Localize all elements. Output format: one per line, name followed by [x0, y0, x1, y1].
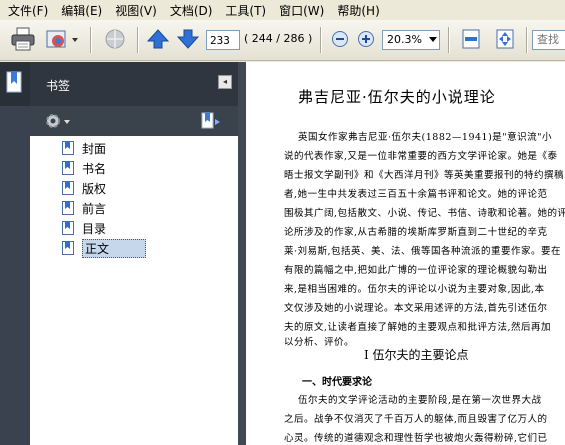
zoom-out-button[interactable] — [330, 25, 350, 53]
navigation-rail — [0, 62, 30, 445]
panel-splitter[interactable] — [238, 62, 246, 445]
fit-width-icon — [462, 29, 480, 49]
subheading: 一、时代要求论 — [302, 377, 372, 388]
menu-file[interactable]: 文件(F) — [2, 2, 55, 19]
bookmarks-tab[interactable] — [0, 62, 30, 106]
paragraph-line: 文仅涉及她的小说理论。本文采用述评的方法,首先引述伍尔 — [284, 303, 548, 314]
bookmark-item[interactable]: 书名 — [62, 158, 228, 178]
bookmarks-panel: 书签 ◂ 封面 书名 版权 前言 目录 正文 — [30, 62, 238, 445]
paragraph-line: 者,她一生中共发表过三百五十余篇书评和论文。她的评论范 — [284, 189, 548, 200]
panel-title: 书签 — [46, 79, 71, 93]
fit-page-button[interactable] — [492, 25, 518, 53]
zoom-out-icon — [332, 31, 348, 47]
print-button[interactable] — [8, 25, 38, 53]
gear-icon — [46, 114, 70, 128]
page-count: ( 244 / 286 ) — [244, 32, 313, 45]
paragraph-line: 有限的篇幅之中,把如此广博的一位评论家的理论概貌勾勒出 — [284, 265, 548, 276]
page-number-input[interactable] — [206, 30, 240, 50]
share-button[interactable] — [100, 25, 130, 53]
menu-help[interactable]: 帮助(H) — [331, 2, 386, 19]
toolbar: ( 244 / 286 ) 20.3% — [0, 20, 565, 61]
bookmark-item[interactable]: 前言 — [62, 198, 228, 218]
arrow-up-icon — [147, 29, 169, 49]
toolbar-separator — [137, 27, 139, 53]
paragraph-line: 来,是相当困难的。伍尔夫的评论以小说为主要对象,因此,本 — [284, 284, 545, 295]
paragraph-line: 说的代表作家,又是一位非常重要的西方文学评论家。她是《泰 — [284, 151, 558, 162]
document-page: 弗吉尼亚·伍尔夫的小说理论 英国女作家弗吉尼亚·伍尔夫(1882—1941)是"… — [246, 62, 565, 445]
arrow-down-icon — [177, 29, 199, 49]
toolbar-separator — [448, 27, 450, 53]
globe-icon — [105, 29, 125, 49]
bookmark-icon — [62, 241, 74, 255]
bookmark-item[interactable]: 目录 — [62, 218, 228, 238]
paragraph-line: 伍尔夫的文学评论活动的主要阶段,是在第一次世界大战 — [298, 395, 542, 406]
paragraph-line: 莱·刘易斯,包括英、美、法、俄等国各种流派的重要作家。要在 — [284, 246, 562, 257]
collapse-panel-button[interactable]: ◂ — [218, 75, 232, 89]
bookmark-list: 封面 书名 版权 前言 目录 正文 — [30, 136, 238, 445]
bookmark-icon — [62, 161, 74, 175]
menu-view[interactable]: 视图(V) — [109, 2, 164, 19]
new-bookmark-icon — [201, 112, 220, 129]
paragraph-line: 心灵。传统的道德观念和理性哲学也被炮火轰得粉碎,它们已 — [284, 433, 548, 444]
bookmark-icon — [62, 221, 74, 235]
paragraph-line: 论所涉及的作家,从古希腊的埃斯库罗斯直到二十世纪的辛克 — [284, 227, 548, 238]
next-page-button[interactable] — [176, 25, 200, 53]
document-title: 弗吉尼亚·伍尔夫的小说理论 — [298, 88, 496, 106]
paragraph-line: 英国女作家弗吉尼亚·伍尔夫(1882—1941)是"意识流"小 — [298, 132, 553, 143]
email-icon — [46, 30, 78, 48]
paragraph-line: 晤士报文学副刊》和《大西洋月刊》等英美重要报刊的特约撰稿 — [284, 170, 565, 181]
printer-icon — [11, 27, 35, 51]
previous-page-button[interactable] — [146, 25, 170, 53]
paragraph-line: 之后。战争不仅消灭了千百万人的躯体,而且毁害了亿万人的 — [284, 414, 548, 425]
bookmark-icon — [62, 201, 74, 215]
menu-window[interactable]: 窗口(W) — [273, 2, 331, 19]
zoom-value: 20.3% — [387, 33, 422, 46]
bookmark-item[interactable]: 版权 — [62, 178, 228, 198]
search-input[interactable] — [532, 30, 565, 50]
bookmark-item[interactable]: 封面 — [62, 138, 228, 158]
bookmark-panel-icon — [6, 71, 22, 93]
chevron-down-icon — [429, 37, 437, 42]
menu-tools[interactable]: 工具(T) — [219, 2, 273, 19]
fit-width-button[interactable] — [458, 25, 484, 53]
bookmark-icon — [62, 141, 74, 155]
toolbar-separator — [90, 27, 92, 53]
zoom-select[interactable]: 20.3% — [382, 30, 440, 50]
menu-edit[interactable]: 编辑(E) — [55, 2, 109, 19]
email-button[interactable] — [44, 25, 82, 53]
panel-toolbar — [30, 106, 238, 136]
zoom-in-button[interactable] — [356, 25, 376, 53]
zoom-in-icon — [358, 31, 374, 47]
menu-bar: 文件(F) 编辑(E) 视图(V) 文档(D) 工具(T) 窗口(W) 帮助(H… — [0, 0, 565, 20]
options-button[interactable] — [44, 112, 74, 133]
toolbar-separator — [320, 27, 322, 53]
toolbar-separator — [526, 27, 528, 53]
panel-header: 书签 ◂ — [30, 62, 238, 106]
menu-document[interactable]: 文档(D) — [164, 2, 220, 19]
bookmark-icon — [62, 181, 74, 195]
bookmark-item-selected[interactable]: 正文 — [62, 238, 228, 258]
paragraph-line: 夫的原文,让读者直接了解她的主要观点和批评方法,然后再加 — [284, 322, 552, 333]
paragraph-line: 围极其广阔,包括散文、小说、传记、书信、诗歌和论著。她的评 — [284, 208, 565, 219]
paragraph-line: 以分析、评价。 — [284, 337, 355, 348]
section-heading: I 伍尔夫的主要论点 — [364, 348, 469, 362]
fit-page-icon — [496, 29, 514, 49]
new-bookmark-button[interactable] — [200, 112, 222, 133]
